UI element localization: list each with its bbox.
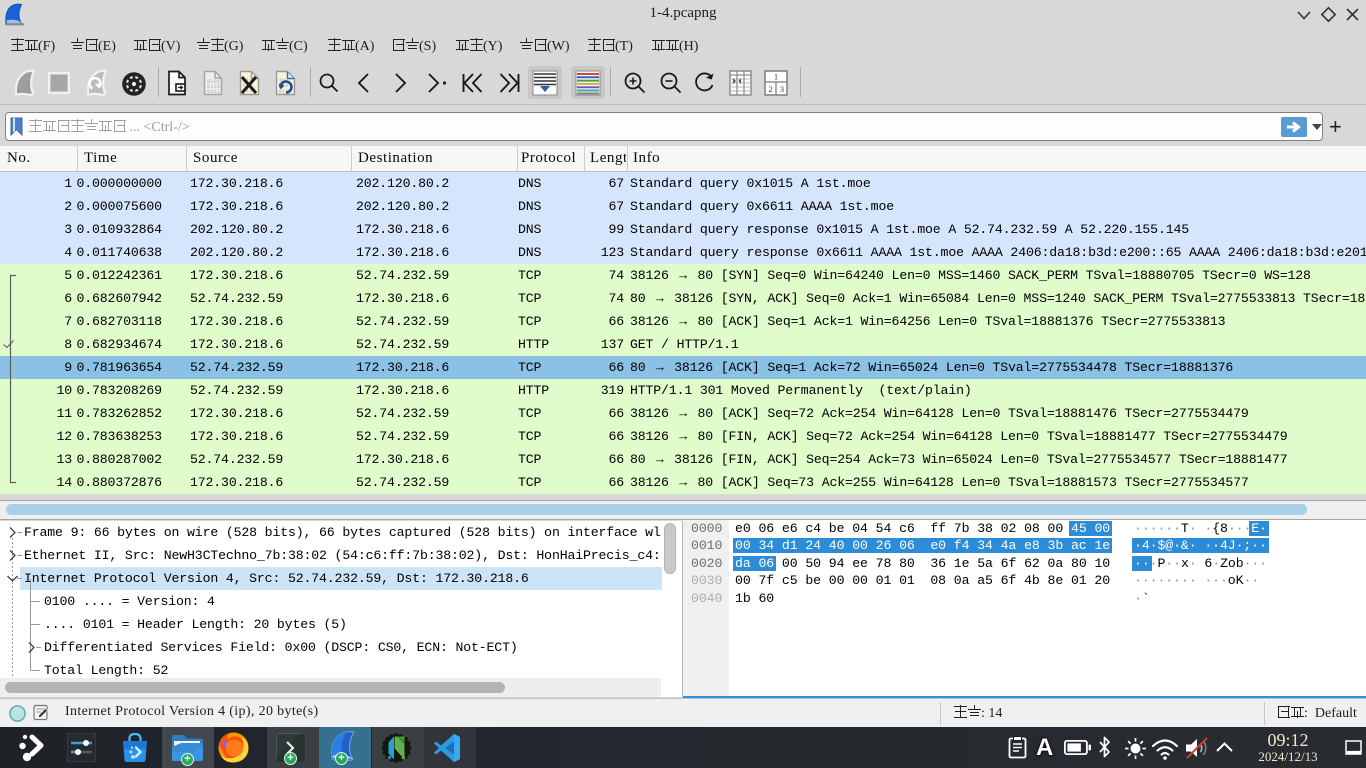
svg-text:1: 1 [774, 73, 778, 82]
svg-text:2: 2 [769, 85, 773, 94]
svg-text:3: 3 [780, 85, 784, 94]
svg-text:0111: 0111 [207, 88, 221, 95]
